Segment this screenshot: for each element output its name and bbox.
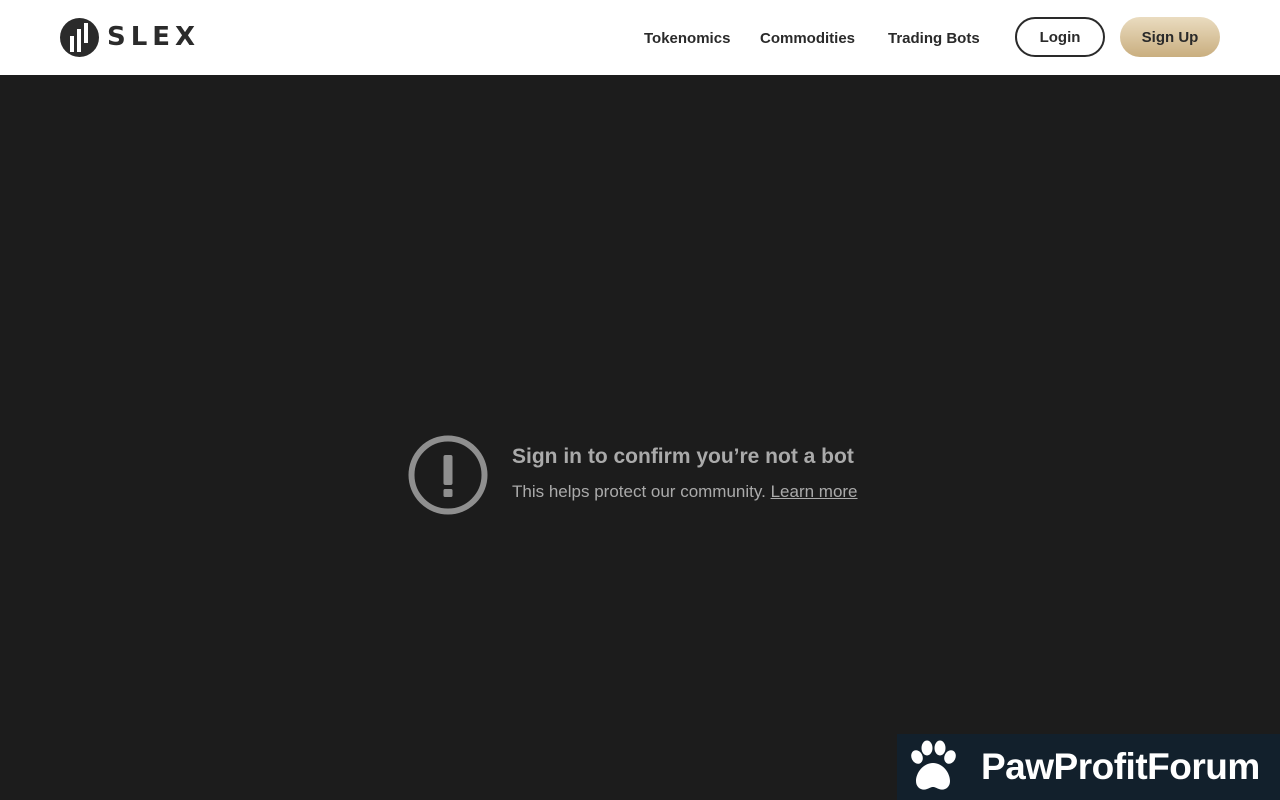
- logo[interactable]: SLEX: [60, 16, 200, 58]
- notice-subtitle-text: This helps protect our community.: [512, 482, 766, 501]
- paw-icon: [911, 740, 956, 790]
- notice-subtitle: This helps protect our community. Learn …: [512, 482, 858, 502]
- alert-icon: [408, 435, 488, 515]
- logo-icon: [60, 17, 99, 57]
- watermark-banner: PawProfitForum: [897, 734, 1280, 800]
- login-button[interactable]: Login: [1015, 17, 1105, 57]
- notice-title: Sign in to confirm you’re not a bot: [512, 445, 854, 468]
- nav-commodities[interactable]: Commodities: [760, 30, 855, 47]
- nav-tokenomics[interactable]: Tokenomics: [644, 30, 730, 47]
- signup-button[interactable]: Sign Up: [1120, 17, 1220, 57]
- brand-name: SLEX: [107, 22, 201, 52]
- nav-trading-bots[interactable]: Trading Bots: [888, 30, 980, 47]
- learn-more-link[interactable]: Learn more: [771, 482, 858, 501]
- watermark-text: PawProfitForum: [981, 746, 1260, 787]
- site-header: SLEX Tokenomics Commodities Trading Bots…: [0, 0, 1280, 75]
